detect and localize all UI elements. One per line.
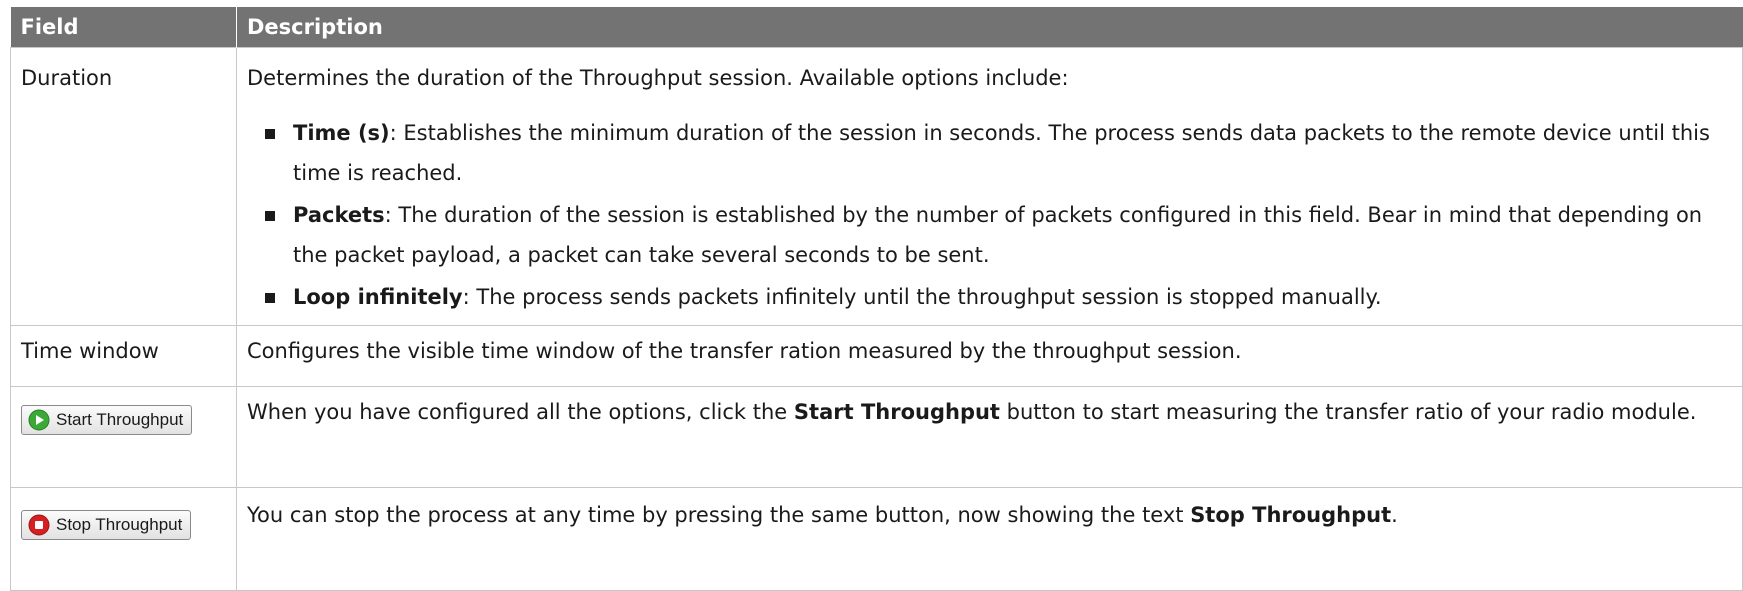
stop-desc-bold: Stop Throughput: [1190, 503, 1392, 527]
start-desc-text-end: button to start measuring the transfer r…: [999, 400, 1697, 424]
table-row-time-window: Time window Configures the visible time …: [10, 325, 1743, 387]
field-start: Start Throughput: [10, 386, 237, 488]
duration-options-list: Time (s): Establishes the minimum durati…: [247, 113, 1732, 317]
table-row-stop: Stop Throughput You can stop the process…: [10, 487, 1743, 591]
description-stop: You can stop the process at any time by …: [236, 487, 1743, 591]
header-description: Description: [236, 7, 1743, 48]
document-page: Field Description Duration Determines th…: [10, 7, 1743, 591]
field-stop: Stop Throughput: [10, 487, 237, 591]
option-text: : The duration of the session is establi…: [293, 203, 1703, 267]
bullet-icon: [265, 211, 275, 221]
green-play-icon: [28, 409, 50, 431]
description-time-window: Configures the visible time window of th…: [236, 325, 1743, 387]
option-text: : The process sends packets infinitely u…: [462, 285, 1382, 309]
option-name: Packets: [293, 203, 385, 227]
bullet-icon: [265, 129, 275, 139]
description-duration: Determines the duration of the Throughpu…: [236, 47, 1743, 326]
red-stop-icon: [28, 514, 50, 536]
option-name: Loop infinitely: [293, 285, 463, 309]
bullet-icon: [265, 293, 275, 303]
option-packets: Packets: The duration of the session is …: [265, 195, 1732, 275]
table-row-start: Start Throughput When you have configure…: [10, 386, 1743, 488]
stop-throughput-label: Stop Throughput: [56, 515, 183, 534]
description-start: When you have configured all the options…: [236, 386, 1743, 488]
option-time: Time (s): Establishes the minimum durati…: [265, 113, 1732, 193]
header-field: Field: [10, 7, 237, 48]
stop-desc-text-end: .: [1391, 503, 1398, 527]
start-throughput-label: Start Throughput: [56, 410, 184, 429]
start-throughput-button[interactable]: Start Throughput: [21, 405, 193, 435]
option-text: : Establishes the minimum duration of th…: [293, 121, 1710, 185]
start-desc-text: When you have configured all the options…: [247, 400, 794, 424]
option-name: Time (s): [293, 121, 390, 145]
table-row-duration: Duration Determines the duration of the …: [10, 47, 1743, 326]
stop-desc-text: You can stop the process at any time by …: [247, 503, 1191, 527]
start-desc-bold: Start Throughput: [793, 400, 1000, 424]
stop-throughput-button[interactable]: Stop Throughput: [21, 510, 192, 540]
duration-intro: Determines the duration of the Throughpu…: [247, 66, 1069, 90]
field-description-table: Field Description Duration Determines th…: [10, 7, 1743, 591]
table-header-row: Field Description: [10, 7, 1743, 48]
field-duration: Duration: [10, 47, 237, 326]
field-time-window: Time window: [10, 325, 237, 387]
option-loop: Loop infinitely: The process sends packe…: [265, 277, 1732, 317]
